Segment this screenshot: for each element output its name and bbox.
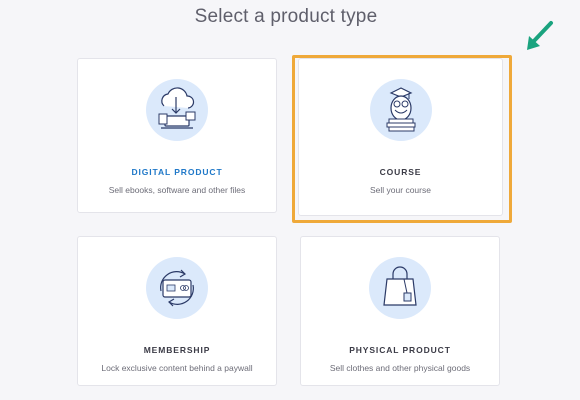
card-description: Sell your course bbox=[370, 185, 431, 195]
product-type-card-course[interactable]: COURSE Sell your course bbox=[298, 58, 503, 216]
cloud-download-icon bbox=[146, 79, 208, 141]
page-title: Select a product type bbox=[194, 6, 378, 27]
product-type-card-physical[interactable]: PHYSICAL PRODUCT Sell clothes and other … bbox=[300, 236, 500, 386]
product-type-card-digital[interactable]: DIGITAL PRODUCT Sell ebooks, software an… bbox=[77, 58, 277, 213]
pointer-arrow-icon bbox=[527, 21, 553, 50]
product-type-card-membership[interactable]: MEMBERSHIP Lock exclusive content behind… bbox=[77, 236, 277, 386]
card-description: Sell clothes and other physical goods bbox=[329, 363, 471, 373]
card-label: DIGITAL PRODUCT bbox=[131, 167, 223, 177]
card-label: MEMBERSHIP bbox=[143, 345, 211, 355]
shopping-bag-icon bbox=[369, 257, 431, 319]
card-label: PHYSICAL PRODUCT bbox=[349, 345, 451, 355]
card-description: Lock exclusive content behind a paywall bbox=[101, 363, 253, 373]
card-description: Sell ebooks, software and other files bbox=[108, 185, 246, 195]
credit-card-cycle-icon bbox=[146, 257, 208, 319]
card-label: COURSE bbox=[379, 167, 422, 177]
owl-books-icon bbox=[369, 79, 432, 141]
